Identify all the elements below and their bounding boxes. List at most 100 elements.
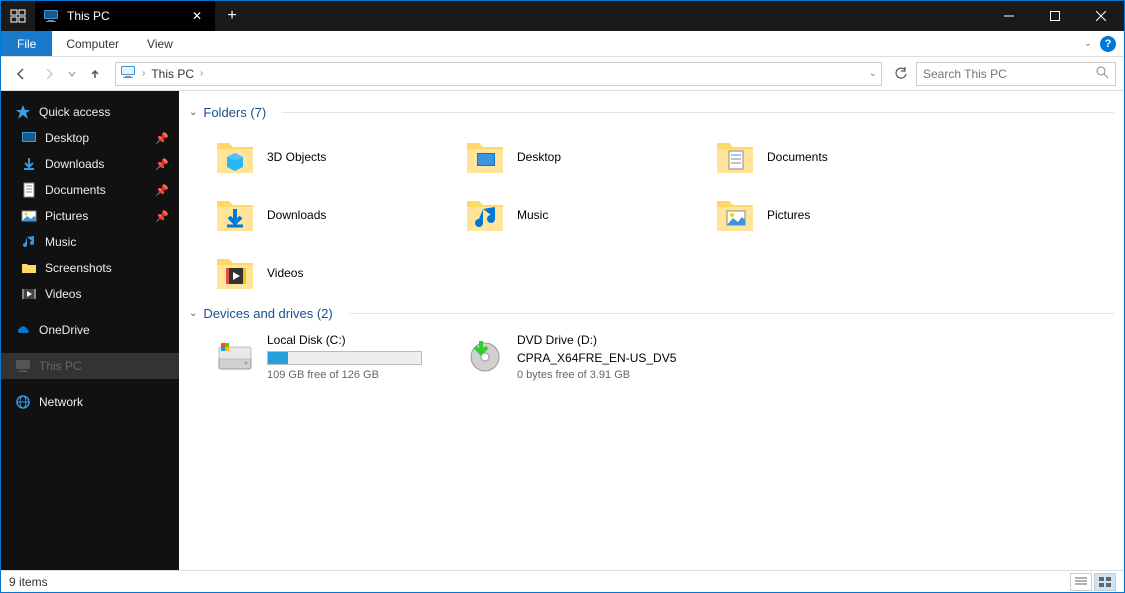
sidebar-network[interactable]: Network (1, 389, 179, 415)
folder-item[interactable]: Documents (713, 128, 963, 186)
sidebar-item-screenshots[interactable]: Screenshots (1, 255, 179, 281)
sidebar-item-pictures[interactable]: Pictures 📌 (1, 203, 179, 229)
sidebar-label: OneDrive (39, 323, 90, 337)
minimize-button[interactable] (986, 1, 1032, 31)
nav-bar: › This PC › ⌄ (1, 57, 1124, 91)
group-header-drives[interactable]: ⌄ Devices and drives (2) (183, 302, 1114, 329)
folder-label: 3D Objects (267, 150, 326, 164)
sidebar-label: Quick access (39, 105, 110, 119)
chevron-down-icon: ⌄ (189, 107, 197, 118)
sidebar-item-downloads[interactable]: Downloads 📌 (1, 151, 179, 177)
tab-this-pc[interactable]: This PC ✕ (35, 1, 215, 31)
sidebar-quick-access[interactable]: Quick access (1, 99, 179, 125)
drive-item[interactable]: Local Disk (C:) 109 GB free of 126 GB (213, 329, 463, 385)
folder-icon (713, 193, 757, 237)
navigation-pane: Quick access Desktop 📌 Downloads 📌 Docum… (1, 91, 179, 570)
sidebar-label: Desktop (45, 131, 89, 145)
folder-item[interactable]: Pictures (713, 186, 963, 244)
help-icon[interactable]: ? (1100, 36, 1116, 52)
drive-icon (463, 333, 507, 377)
sidebar-item-videos[interactable]: Videos (1, 281, 179, 307)
close-window-button[interactable] (1078, 1, 1124, 31)
ribbon-expand-icon[interactable]: ⌄ (1084, 38, 1092, 49)
breadcrumb-this-pc[interactable]: This PC (151, 67, 194, 81)
status-text: 9 items (9, 575, 48, 589)
chevron-right-icon[interactable]: › (200, 68, 203, 79)
address-bar[interactable]: › This PC › ⌄ (115, 62, 882, 86)
search-icon[interactable] (1096, 66, 1109, 82)
tab-close-button[interactable]: ✕ (189, 9, 205, 23)
this-pc-icon (15, 358, 31, 374)
sidebar-item-documents[interactable]: Documents 📌 (1, 177, 179, 203)
pin-icon: 📌 (155, 132, 169, 145)
music-icon (21, 234, 37, 250)
drive-name: DVD Drive (D:) (517, 333, 713, 347)
pin-icon: 📌 (155, 158, 169, 171)
ribbon-computer-tab[interactable]: Computer (52, 31, 133, 56)
sidebar-label: Network (39, 395, 83, 409)
folder-label: Desktop (517, 150, 561, 164)
sidebar-label: Music (45, 235, 76, 249)
folder-icon (463, 193, 507, 237)
task-view-button[interactable] (1, 1, 35, 31)
view-details-button[interactable] (1070, 573, 1092, 591)
onedrive-icon (15, 322, 31, 338)
videos-icon (21, 286, 37, 302)
view-large-icons-button[interactable] (1094, 573, 1116, 591)
recent-dropdown[interactable] (65, 62, 79, 86)
folder-item[interactable]: 3D Objects (213, 128, 463, 186)
this-pc-icon (43, 8, 59, 24)
sidebar-this-pc[interactable]: This PC (1, 353, 179, 379)
folder-label: Pictures (767, 208, 810, 222)
new-tab-button[interactable]: + (215, 1, 249, 31)
drive-name: Local Disk (C:) (267, 333, 463, 347)
folder-label: Downloads (267, 208, 326, 222)
documents-icon (21, 182, 37, 198)
ribbon-view-tab[interactable]: View (133, 31, 187, 56)
sidebar-label: Screenshots (45, 261, 112, 275)
maximize-button[interactable] (1032, 1, 1078, 31)
folder-item[interactable]: Music (463, 186, 713, 244)
sidebar-item-desktop[interactable]: Desktop 📌 (1, 125, 179, 151)
forward-button[interactable] (37, 62, 61, 86)
folder-icon (713, 135, 757, 179)
folder-icon (21, 260, 37, 276)
star-icon (15, 104, 31, 120)
search-box[interactable] (916, 62, 1116, 86)
refresh-button[interactable] (890, 63, 912, 85)
folder-label: Videos (267, 266, 303, 280)
up-button[interactable] (83, 62, 107, 86)
sidebar-label: Documents (45, 183, 106, 197)
group-header-folders[interactable]: ⌄ Folders (7) (183, 101, 1114, 128)
drive-item[interactable]: DVD Drive (D:) CPRA_X64FRE_EN-US_DV5 0 byt… (463, 329, 713, 385)
search-input[interactable] (923, 67, 1096, 81)
folder-label: Music (517, 208, 548, 222)
address-dropdown-icon[interactable]: ⌄ (869, 68, 877, 79)
drive-free-text: 0 bytes free of 3.91 GB (517, 369, 713, 381)
sidebar-item-music[interactable]: Music (1, 229, 179, 255)
folder-item[interactable]: Videos (213, 244, 463, 302)
sidebar-onedrive[interactable]: OneDrive (1, 317, 179, 343)
titlebar: This PC ✕ + (1, 1, 1124, 31)
content-pane: ⌄ Folders (7) 3D Objects Desktop Documents… (179, 91, 1124, 570)
ribbon-file-tab[interactable]: File (1, 31, 52, 56)
drive-subtitle: CPRA_X64FRE_EN-US_DV5 (517, 351, 713, 365)
group-title: Folders (7) (203, 105, 266, 120)
pictures-icon (21, 208, 37, 224)
drive-usage-bar (267, 351, 422, 365)
group-title: Devices and drives (2) (203, 306, 332, 321)
ribbon: File Computer View ⌄ ? (1, 31, 1124, 57)
folder-item[interactable]: Downloads (213, 186, 463, 244)
pin-icon: 📌 (155, 210, 169, 223)
drive-free-text: 109 GB free of 126 GB (267, 369, 463, 381)
downloads-icon (21, 156, 37, 172)
folder-item[interactable]: Desktop (463, 128, 713, 186)
folder-icon (213, 135, 257, 179)
tab-label: This PC (67, 9, 181, 23)
sidebar-label: Pictures (45, 209, 88, 223)
drive-icon (213, 333, 257, 377)
chevron-right-icon[interactable]: › (142, 68, 145, 79)
folder-icon (213, 193, 257, 237)
back-button[interactable] (9, 62, 33, 86)
sidebar-label: Downloads (45, 157, 104, 171)
